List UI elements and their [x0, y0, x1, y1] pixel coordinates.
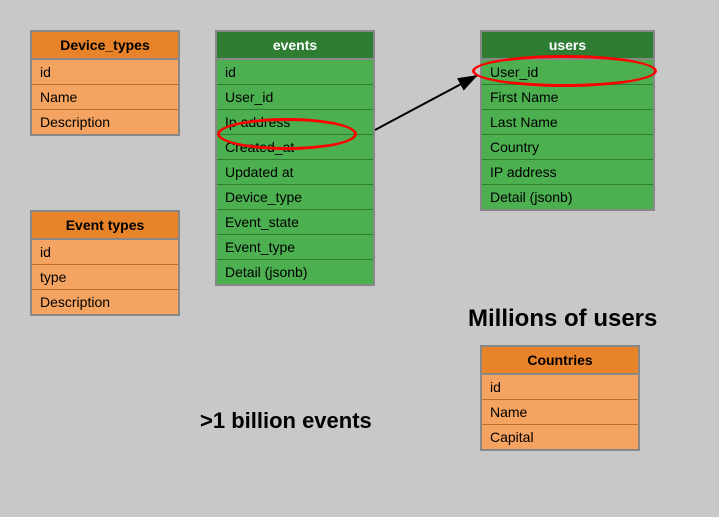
table-row: Name — [32, 85, 178, 110]
users-table: users User_id First Name Last Name Count… — [480, 30, 655, 211]
table-row: type — [32, 265, 178, 290]
table-row: User_id — [217, 85, 373, 110]
table-row: Created_at — [217, 135, 373, 160]
table-row: id — [482, 375, 638, 400]
users-header: users — [482, 32, 653, 60]
event-types-header: Event types — [32, 212, 178, 240]
table-row: First Name — [482, 85, 653, 110]
users-count-label: Millions of users — [468, 305, 657, 333]
diagram-container: Device_types id Name Description Event t… — [0, 0, 719, 517]
table-row: Event_type — [217, 235, 373, 260]
table-row: Country — [482, 135, 653, 160]
table-row: IP address — [482, 160, 653, 185]
table-row: Ip address — [217, 110, 373, 135]
table-row: Name — [482, 400, 638, 425]
device-types-header: Device_types — [32, 32, 178, 60]
table-row: id — [217, 60, 373, 85]
table-row: id — [32, 60, 178, 85]
table-row: Description — [32, 110, 178, 134]
countries-header: Countries — [482, 347, 638, 375]
countries-table: Countries id Name Capital — [480, 345, 640, 451]
table-row: Capital — [482, 425, 638, 449]
table-row: Description — [32, 290, 178, 314]
table-row: Detail (jsonb) — [482, 185, 653, 209]
table-row: User_id — [482, 60, 653, 85]
table-row: Last Name — [482, 110, 653, 135]
table-row: Updated at — [217, 160, 373, 185]
table-row: Detail (jsonb) — [217, 260, 373, 284]
table-row: Event_state — [217, 210, 373, 235]
device-types-table: Device_types id Name Description — [30, 30, 180, 136]
events-header: events — [217, 32, 373, 60]
events-table: events id User_id Ip address Created_at … — [215, 30, 375, 286]
events-count-label: >1 billion events — [200, 408, 372, 434]
table-row: Device_type — [217, 185, 373, 210]
table-row: id — [32, 240, 178, 265]
event-types-table: Event types id type Description — [30, 210, 180, 316]
